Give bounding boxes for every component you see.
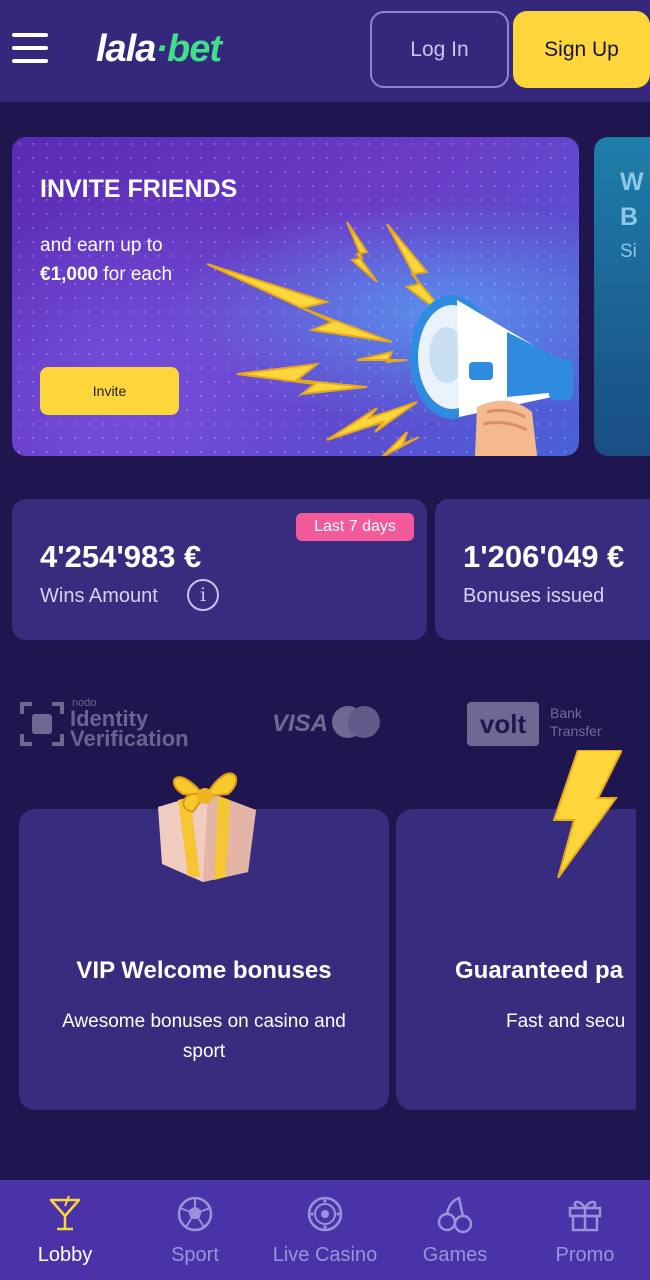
next-banner-title: W B <box>620 165 644 235</box>
stat-value: 1'206'049 € <box>463 539 625 574</box>
next-banner-letter: W <box>620 168 644 196</box>
logo-main: lala <box>96 28 156 70</box>
soccer-ball-icon <box>177 1196 213 1232</box>
nav-label: Promo <box>555 1244 615 1266</box>
logo[interactable]: lala·bet <box>96 28 222 71</box>
invite-button[interactable]: Invite <box>40 367 179 415</box>
bank-line1: Bank <box>550 705 582 721</box>
stat-label: Wins Amount <box>40 585 158 607</box>
invite-banner[interactable]: INVITE FRIENDS and earn up to €1,000 for… <box>12 137 579 456</box>
nav-item-sport[interactable]: Sport <box>130 1180 260 1280</box>
menu-icon[interactable] <box>12 33 48 63</box>
nav-item-live-casino[interactable]: Live Casino <box>260 1180 390 1280</box>
bank-line2: Transfer <box>550 723 602 739</box>
mastercard-icon <box>332 706 380 738</box>
cocktail-icon <box>49 1195 81 1231</box>
feature-title: VIP Welcome bonuses <box>76 957 332 984</box>
face-scan-icon <box>20 702 64 746</box>
banner-title: INVITE FRIENDS <box>40 175 238 203</box>
feature-desc: Awesome bonuses on casino and sport <box>62 1011 346 1062</box>
banner-text-rest: for each <box>98 264 173 285</box>
bottom-nav: Lobby Sport Live Casino Games Promo <box>0 1180 650 1280</box>
gift-outline-icon <box>568 1200 602 1232</box>
next-banner[interactable]: W B Si <box>594 137 650 456</box>
banner-amount: €1,000 <box>40 264 99 285</box>
bank-transfer-label: Bank Transfer <box>550 704 602 740</box>
nav-item-lobby[interactable]: Lobby <box>0 1180 130 1280</box>
stat-label: Bonuses issued <box>463 585 605 607</box>
logo-dot: · <box>155 28 168 70</box>
next-banner-letter: B <box>620 203 639 231</box>
volt-logo: volt <box>467 702 539 746</box>
nav-label: Live Casino <box>272 1244 378 1266</box>
nav-label: Sport <box>171 1244 219 1266</box>
next-banner-text: Si <box>620 241 637 262</box>
gift-icon <box>158 772 256 882</box>
nav-label: Lobby <box>37 1244 93 1266</box>
header: lala·bet Log In Sign Up <box>0 0 650 102</box>
banner-text-line1: and earn up to <box>40 235 163 256</box>
nodo-line2: Verification <box>70 726 189 751</box>
info-icon[interactable]: i <box>187 579 219 611</box>
feature-title: Guaranteed pa <box>455 957 624 984</box>
nav-label: Games <box>422 1244 488 1266</box>
nav-item-games[interactable]: Games <box>390 1180 520 1280</box>
stat-card-bonuses: 1'206'049 € Bonuses issued <box>435 499 650 640</box>
nodo-logo-text: Identity Verification <box>70 708 189 751</box>
roulette-icon <box>307 1196 343 1232</box>
period-badge: Last 7 days <box>296 513 414 541</box>
stat-value: 4'254'983 € <box>40 539 202 574</box>
logo-accent: bet <box>167 28 222 70</box>
megaphone-icon <box>207 221 573 456</box>
feature-desc: Fast and secu <box>506 1011 626 1032</box>
nav-item-promo[interactable]: Promo <box>520 1180 650 1280</box>
login-button[interactable]: Log In <box>370 11 509 88</box>
visa-logo: VISA <box>272 710 329 737</box>
cherries-icon <box>437 1196 473 1234</box>
signup-button[interactable]: Sign Up <box>513 11 650 88</box>
lightning-icon <box>552 750 622 878</box>
stat-card-wins: Last 7 days 4'254'983 € Wins Amount i <box>12 499 427 640</box>
